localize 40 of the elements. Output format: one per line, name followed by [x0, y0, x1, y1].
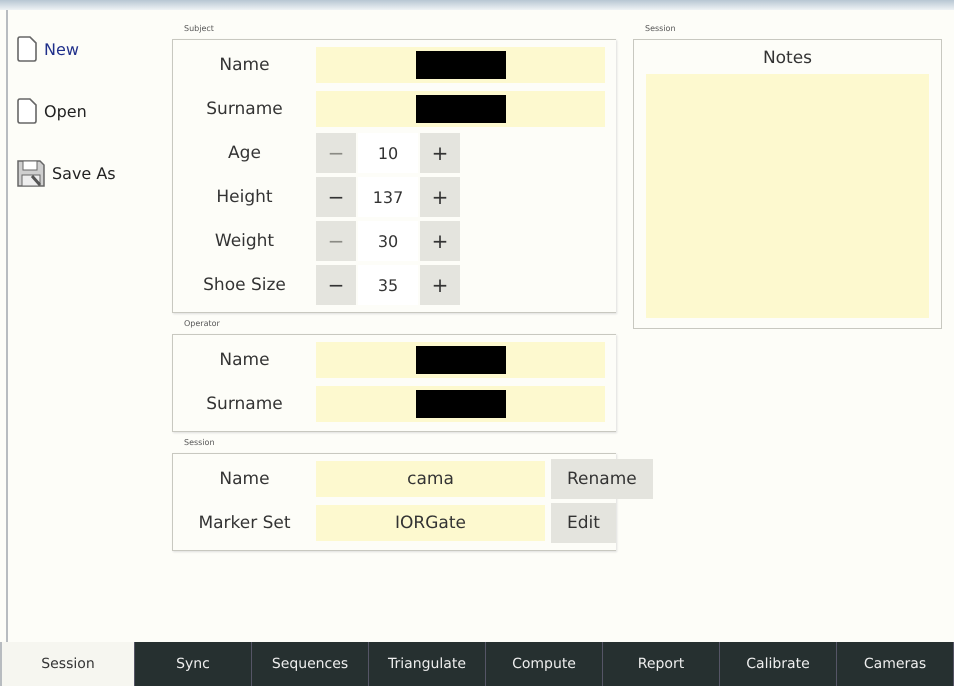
number-field[interactable]: 137 [358, 177, 418, 217]
group-title: Subject [184, 24, 214, 35]
increment-button[interactable]: + [420, 133, 460, 173]
action-button[interactable]: Rename [551, 459, 653, 499]
notes-heading: Notes [762, 48, 812, 68]
group-title: Operator [184, 319, 220, 330]
input-field[interactable]: IORGate [316, 505, 545, 541]
action-button[interactable]: Edit [551, 503, 616, 543]
field-label: Name [218, 55, 271, 75]
field-label: Name [218, 350, 271, 370]
number-field[interactable]: 30 [358, 221, 418, 261]
number-field[interactable]: 10 [358, 133, 418, 173]
input-field[interactable]: cama [316, 461, 545, 497]
input-field[interactable] [316, 47, 605, 83]
sidebar-item[interactable]: Save As [16, 148, 116, 198]
document-icon [16, 97, 38, 125]
sidebar-item[interactable]: New [16, 24, 79, 74]
field-label: Marker Set [197, 513, 292, 533]
tab[interactable]: Session [0, 642, 135, 686]
notes-field[interactable] [646, 74, 929, 318]
field-label: Surname [205, 99, 284, 119]
increment-button[interactable]: + [420, 265, 460, 305]
group-title: Session [645, 24, 676, 35]
group-title: Session [184, 438, 215, 449]
increment-button[interactable]: + [420, 221, 460, 261]
decrement-button[interactable]: − [316, 265, 356, 305]
field-label: Age [227, 143, 262, 163]
field-label: Weight [214, 231, 276, 251]
input-field[interactable] [316, 91, 605, 127]
field-label: Surname [205, 394, 284, 414]
sidebar-item[interactable]: Open [16, 86, 87, 136]
field-label: Height [215, 187, 274, 207]
document-icon [16, 35, 38, 63]
increment-button[interactable]: + [420, 177, 460, 217]
number-field[interactable]: 35 [358, 265, 418, 305]
decrement-button[interactable]: − [316, 177, 356, 217]
input-field[interactable] [316, 386, 605, 422]
input-field[interactable] [316, 342, 605, 378]
field-label: Shoe Size [202, 275, 287, 295]
field-label: Name [218, 469, 271, 489]
